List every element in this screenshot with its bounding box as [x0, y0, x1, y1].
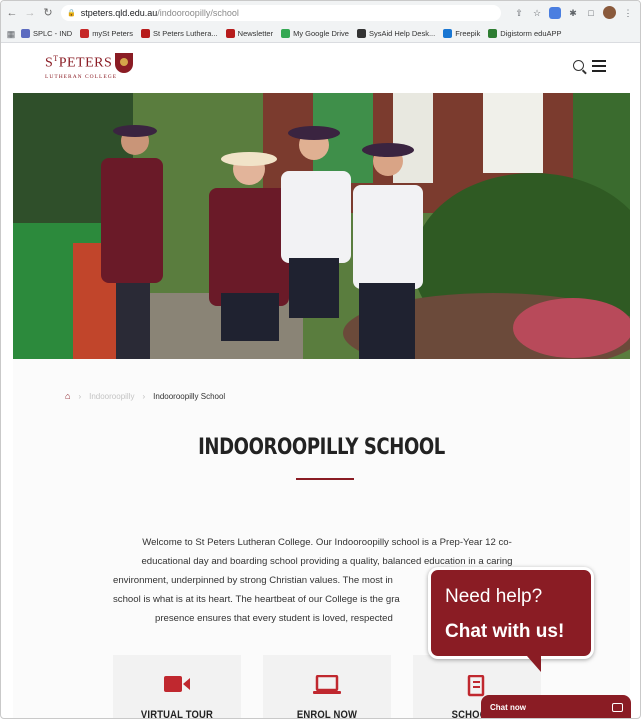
card-enrol-now[interactable]: ENROL NOW: [263, 655, 391, 719]
site-header: STPETERS LUTHERAN COLLEGE: [13, 43, 630, 93]
bookmark-item[interactable]: Digistorm eduAPP: [488, 29, 562, 38]
video-camera-icon: [164, 676, 190, 692]
back-arrow-icon[interactable]: ←: [5, 6, 19, 20]
bookmark-star-icon[interactable]: ☆: [531, 7, 543, 19]
bookmark-favicon-icon: [141, 29, 151, 38]
reload-icon[interactable]: ↻: [41, 6, 55, 20]
chat-icon: [612, 703, 623, 712]
title-divider: [296, 478, 354, 480]
logo-subtitle: LUTHERAN COLLEGE: [45, 74, 118, 80]
bookmark-label: Digistorm eduAPP: [500, 29, 562, 38]
bookmark-favicon-icon: [281, 29, 291, 38]
bookmark-item[interactable]: SysAid Help Desk...: [356, 29, 436, 38]
bookmark-label: St Peters Luthera...: [153, 29, 218, 38]
chat-now-button[interactable]: Chat now: [481, 695, 631, 718]
breadcrumb-separator: ›: [78, 391, 82, 401]
bookmark-item[interactable]: Newsletter: [225, 29, 274, 38]
browser-window: ← → ↻ 🔒 stpeters.qld.edu.au /indooroopil…: [0, 0, 641, 719]
bookmark-label: My Google Drive: [293, 29, 349, 38]
profile-avatar[interactable]: [603, 6, 616, 19]
bookmark-favicon-icon: [443, 29, 453, 38]
logo-wordmark: STPETERS: [45, 54, 113, 71]
chat-bubble-tail: [527, 656, 541, 672]
bookmark-favicon-icon: [225, 29, 235, 38]
url-host: stpeters.qld.edu.au: [80, 8, 158, 18]
intro-line: Welcome to St Peters Lutheran College. O…: [142, 537, 512, 548]
breadcrumb-current: Indooroopilly School: [153, 391, 226, 401]
toolbar-actions: ⇧ ☆ ✱ □ ⋮: [513, 6, 634, 19]
card-label: VIRTUAL TOUR: [140, 709, 214, 719]
apps-grid-icon[interactable]: ▦: [5, 28, 17, 40]
chat-invite-bubble[interactable]: Need help? Chat with us!: [428, 567, 594, 659]
lock-icon: 🔒: [67, 10, 76, 17]
address-bar[interactable]: 🔒 stpeters.qld.edu.au /indooroopilly/sch…: [61, 5, 501, 21]
bookmark-label: Newsletter: [237, 29, 274, 38]
tab-icon[interactable]: □: [585, 7, 597, 19]
bookmark-item[interactable]: My Google Drive: [281, 29, 349, 38]
card-virtual-tour[interactable]: VIRTUAL TOUR: [113, 655, 241, 719]
bookmark-label: SysAid Help Desk...: [368, 29, 436, 38]
bookmark-item[interactable]: mySt Peters: [80, 29, 133, 38]
puzzle-icon[interactable]: ✱: [567, 7, 579, 19]
bookmark-favicon-icon: [80, 29, 90, 38]
bookmark-item[interactable]: SPLC - IND: [21, 29, 72, 38]
college-logo[interactable]: STPETERS LUTHERAN COLLEGE: [45, 53, 134, 80]
bookmark-label: Freepik: [455, 29, 481, 38]
chat-now-label: Chat now: [490, 703, 526, 712]
forward-arrow-icon[interactable]: →: [23, 6, 37, 20]
chat-bubble-line1: Need help?: [445, 586, 543, 607]
bookmark-item[interactable]: Freepik: [443, 29, 480, 38]
share-icon[interactable]: ⇧: [513, 7, 525, 19]
chat-bubble-line2: Chat with us!: [445, 621, 565, 642]
home-icon[interactable]: ⌂: [65, 391, 70, 401]
more-vertical-icon[interactable]: ⋮: [622, 7, 634, 19]
bookmark-favicon-icon: [356, 29, 366, 38]
breadcrumb-separator: ›: [142, 391, 146, 401]
breadcrumb-link-indooroopilly[interactable]: Indooroopilly: [89, 392, 134, 401]
crest-icon: [115, 53, 134, 73]
bookmarks-bar: ▦ SPLC - IND mySt Peters St Peters Luthera…: [1, 25, 640, 43]
card-label: ENROL NOW: [296, 709, 358, 719]
hero-photo: [13, 93, 630, 359]
hero-photo-illustration: [13, 93, 630, 359]
bookmark-favicon-icon: [488, 29, 498, 38]
extension-icon[interactable]: [549, 6, 561, 19]
page-title: INDOOROOPILLY SCHOOL: [198, 435, 445, 460]
browser-toolbar: ← → ↻ 🔒 stpeters.qld.edu.au /indooroopil…: [1, 1, 640, 25]
hamburger-menu-icon[interactable]: [592, 60, 606, 72]
document-icon: [467, 675, 485, 697]
bookmark-label: mySt Peters: [92, 29, 134, 38]
bookmark-label: SPLC - IND: [33, 29, 73, 38]
bookmark-favicon-icon: [21, 29, 30, 38]
bookmark-item[interactable]: St Peters Luthera...: [141, 29, 218, 38]
url-path: /indooroopilly/school: [157, 8, 239, 18]
laptop-icon: [313, 675, 341, 694]
search-icon[interactable]: [573, 60, 584, 71]
breadcrumb: ⌂ › Indooroopilly › Indooroopilly School: [65, 391, 225, 401]
